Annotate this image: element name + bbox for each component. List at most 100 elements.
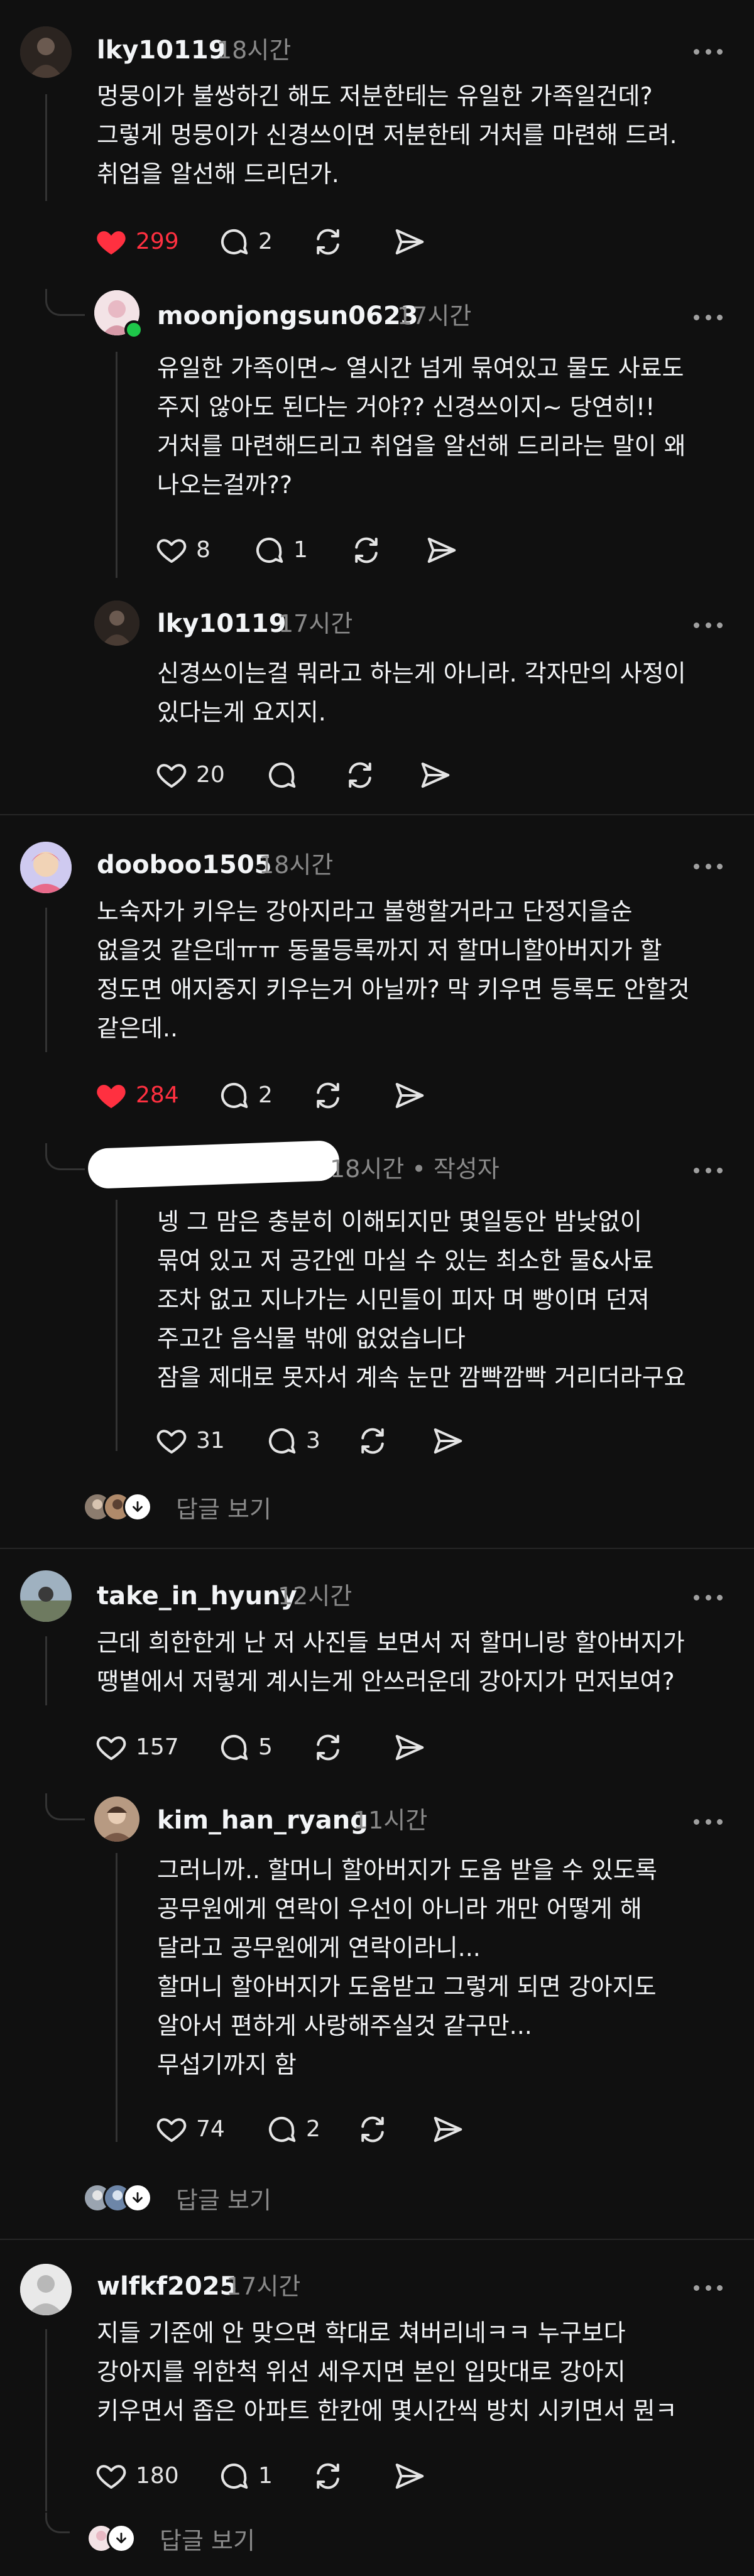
comment-icon <box>221 229 248 255</box>
reply-button[interactable]: 2 <box>217 223 273 261</box>
like-button[interactable]: 8 <box>155 531 210 569</box>
reply-button[interactable]: 1 <box>252 531 308 569</box>
like-button[interactable]: 157 <box>94 1729 179 1766</box>
send-icon <box>395 1082 424 1109</box>
more-options-icon[interactable] <box>694 1818 723 1825</box>
online-status-icon <box>124 320 143 339</box>
more-options-icon[interactable] <box>694 1594 723 1601</box>
share-button[interactable] <box>393 1077 427 1114</box>
avatar[interactable] <box>20 2264 72 2315</box>
share-button[interactable] <box>431 1422 465 1460</box>
avatar[interactable] <box>20 1570 72 1622</box>
repost-icon <box>361 1428 384 1454</box>
thread-line <box>116 1200 117 1451</box>
like-button[interactable]: 284 <box>94 1077 179 1114</box>
repost-button[interactable] <box>349 531 383 569</box>
view-replies-label: 답글 보기 <box>176 1495 271 1523</box>
reply-button[interactable]: 2 <box>217 1077 273 1114</box>
like-count: 74 <box>196 2116 225 2142</box>
comment-icon <box>221 1082 248 1109</box>
avatar[interactable] <box>94 601 139 646</box>
send-icon <box>395 2463 424 2489</box>
share-button[interactable] <box>393 1729 427 1766</box>
repost-button[interactable] <box>311 2457 345 2495</box>
reply-button[interactable]: 3 <box>265 1422 320 1460</box>
separator <box>0 2239 754 2240</box>
send-icon <box>434 1428 462 1454</box>
share-button[interactable] <box>431 2111 465 2148</box>
username[interactable]: wlfkf2025 <box>97 2274 237 2299</box>
chevron-down-icon <box>107 2524 136 2553</box>
reply-avatars <box>83 2183 152 2212</box>
comment-icon <box>221 1734 248 1761</box>
reply-count: 5 <box>258 1734 273 1760</box>
repost-button[interactable] <box>311 223 345 261</box>
thread-line <box>45 1636 47 1705</box>
reply-count: 2 <box>258 1082 273 1108</box>
repost-button[interactable] <box>356 2111 390 2148</box>
more-options-icon[interactable] <box>694 2284 723 2291</box>
like-button[interactable]: 74 <box>155 2111 225 2148</box>
action-bar: 284 2 <box>94 1077 471 1114</box>
username[interactable]: lky10119 <box>157 611 287 636</box>
comment-icon <box>269 1428 296 1454</box>
timestamp: 18시간 <box>217 36 292 64</box>
username[interactable]: lky10119 <box>97 38 226 63</box>
send-icon <box>427 537 456 563</box>
share-button[interactable] <box>425 531 459 569</box>
repost-button[interactable] <box>356 1422 390 1460</box>
thread-line <box>116 352 117 578</box>
username[interactable]: dooboo1505 <box>97 852 272 878</box>
more-options-icon[interactable] <box>694 621 723 629</box>
action-bar: 74 2 <box>155 2111 481 2148</box>
like-count: 180 <box>136 2463 179 2489</box>
avatar[interactable] <box>94 1796 139 1842</box>
repost-button[interactable] <box>343 756 377 794</box>
action-bar: 20 <box>155 756 481 794</box>
send-icon <box>395 1734 424 1761</box>
heart-icon <box>156 2118 187 2143</box>
thread-connector <box>45 289 85 316</box>
reply-avatars <box>83 1492 152 1521</box>
reply-button[interactable]: 1 <box>217 2457 273 2495</box>
repost-button[interactable] <box>311 1077 345 1114</box>
reply-button[interactable] <box>265 756 298 794</box>
like-count: 157 <box>136 1734 179 1760</box>
like-button[interactable]: 31 <box>155 1422 225 1460</box>
view-replies-button[interactable]: 답글 보기 <box>87 2516 255 2560</box>
like-count: 8 <box>196 537 210 563</box>
like-button[interactable]: 180 <box>94 2457 179 2495</box>
view-replies-button[interactable]: 답글 보기 <box>83 1485 271 1529</box>
timestamp: 11시간 <box>353 1807 428 1834</box>
separator <box>0 1548 754 1549</box>
repost-icon <box>361 2116 384 2143</box>
avatar[interactable] <box>20 842 72 893</box>
repost-button[interactable] <box>311 1729 345 1766</box>
username[interactable]: kim_han_ryang <box>157 1808 368 1833</box>
more-options-icon[interactable] <box>694 862 723 870</box>
more-options-icon[interactable] <box>694 1166 723 1174</box>
share-button[interactable] <box>393 223 427 261</box>
comment-text: 넹 그 맘은 충분히 이해되지만 몇일동안 밤낮없이 묶여 있고 저 공간엔 마… <box>157 1208 686 1391</box>
comment-text: 유일한 가족이면~ 열시간 넘게 묶여있고 물도 사료도 주지 않아도 된다는 … <box>157 354 686 499</box>
avatar[interactable] <box>20 26 72 78</box>
share-button[interactable] <box>418 756 452 794</box>
heart-icon <box>156 1430 187 1454</box>
heart-icon <box>96 1736 126 1761</box>
reply-button[interactable]: 2 <box>265 2111 320 2148</box>
comment-icon <box>269 762 296 788</box>
reply-avatars <box>87 2524 136 2553</box>
like-button[interactable]: 20 <box>155 756 225 794</box>
timestamp: 12시간 <box>278 1582 352 1610</box>
chevron-down-icon <box>123 2183 152 2212</box>
username[interactable]: take_in_hyuny <box>97 1584 297 1609</box>
username[interactable]: moonjongsun0623 <box>157 303 418 329</box>
thread-line <box>45 908 47 1052</box>
reply-button[interactable]: 5 <box>217 1729 273 1766</box>
reply-count: 2 <box>258 229 273 254</box>
more-options-icon[interactable] <box>694 48 723 55</box>
share-button[interactable] <box>393 2457 427 2495</box>
view-replies-button[interactable]: 답글 보기 <box>83 2176 271 2220</box>
like-button[interactable]: 299 <box>94 223 179 261</box>
more-options-icon[interactable] <box>694 313 723 321</box>
